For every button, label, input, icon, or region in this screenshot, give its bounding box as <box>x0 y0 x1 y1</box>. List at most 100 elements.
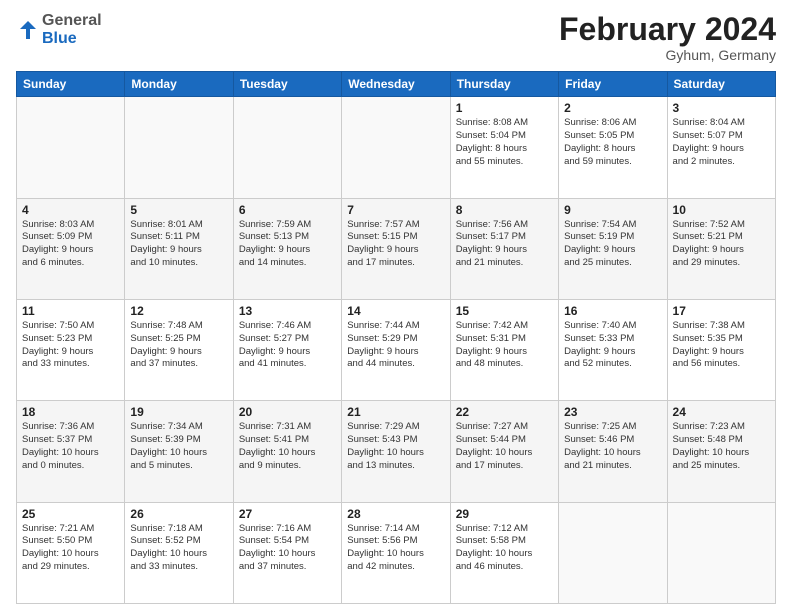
day-number: 4 <box>22 203 119 217</box>
day-details: Sunrise: 7:40 AM Sunset: 5:33 PM Dayligh… <box>564 320 661 371</box>
day-details: Sunrise: 7:46 AM Sunset: 5:27 PM Dayligh… <box>239 320 336 371</box>
day-number: 1 <box>456 101 553 115</box>
day-number: 11 <box>22 304 119 318</box>
day-number: 18 <box>22 405 119 419</box>
day-number: 24 <box>673 405 770 419</box>
day-number: 19 <box>130 405 227 419</box>
table-row: 2Sunrise: 8:06 AM Sunset: 5:05 PM Daylig… <box>559 97 667 198</box>
day-details: Sunrise: 8:01 AM Sunset: 5:11 PM Dayligh… <box>130 219 227 270</box>
day-number: 23 <box>564 405 661 419</box>
calendar-week-row: 25 Sunrise: 7:21 AM Sunset: 5:50 PM Dayli… <box>17 502 776 603</box>
table-row: 5 Sunrise: 8:01 AM Sunset: 5:11 PM Daylig… <box>125 198 233 299</box>
day-number: 28 <box>347 507 444 521</box>
table-row: 9 Sunrise: 7:54 AM Sunset: 5:19 PM Daylig… <box>559 198 667 299</box>
day-number: 13 <box>239 304 336 318</box>
table-row: 18 Sunrise: 7:36 AM Sunset: 5:37 PM Dayli… <box>17 401 125 502</box>
day-details: Sunrise: 7:18 AM Sunset: 5:52 PM Dayligh… <box>130 523 227 574</box>
day-number: 12 <box>130 304 227 318</box>
day-details: Sunrise: 7:56 AM Sunset: 5:17 PM Dayligh… <box>456 219 553 270</box>
day-details: Sunrise: 7:34 AM Sunset: 5:39 PM Dayligh… <box>130 421 227 472</box>
day-details: Sunrise: 7:21 AM Sunset: 5:50 PM Dayligh… <box>22 523 119 574</box>
table-row: 8Sunrise: 7:56 AM Sunset: 5:17 PM Daylig… <box>450 198 558 299</box>
table-row: 10 Sunrise: 7:52 AM Sunset: 5:21 PM Dayli… <box>667 198 775 299</box>
day-details: Sunrise: 7:52 AM Sunset: 5:21 PM Dayligh… <box>673 219 770 270</box>
table-row: 16 Sunrise: 7:40 AM Sunset: 5:33 PM Dayli… <box>559 299 667 400</box>
day-number: 21 <box>347 405 444 419</box>
logo-text: General Blue <box>42 12 102 47</box>
day-number: 15 <box>456 304 553 318</box>
table-row <box>125 97 233 198</box>
table-row: 12 Sunrise: 7:48 AM Sunset: 5:25 PM Dayli… <box>125 299 233 400</box>
header-monday: Monday <box>125 72 233 97</box>
day-details: Sunrise: 7:48 AM Sunset: 5:25 PM Dayligh… <box>130 320 227 371</box>
day-number: 22 <box>456 405 553 419</box>
table-row <box>559 502 667 603</box>
table-row: 23 Sunrise: 7:25 AM Sunset: 5:46 PM Dayli… <box>559 401 667 502</box>
logo: General Blue <box>16 12 102 47</box>
day-details: Sunrise: 7:29 AM Sunset: 5:43 PM Dayligh… <box>347 421 444 472</box>
calendar-week-row: 11 Sunrise: 7:50 AM Sunset: 5:23 PM Dayli… <box>17 299 776 400</box>
header-tuesday: Tuesday <box>233 72 341 97</box>
day-number: 26 <box>130 507 227 521</box>
table-row: 17 Sunrise: 7:38 AM Sunset: 5:35 PM Dayli… <box>667 299 775 400</box>
day-number: 14 <box>347 304 444 318</box>
day-number: 29 <box>456 507 553 521</box>
day-details: Sunrise: 7:23 AM Sunset: 5:48 PM Dayligh… <box>673 421 770 472</box>
logo-general: General <box>42 12 102 29</box>
day-details: Sunrise: 7:42 AM Sunset: 5:31 PM Dayligh… <box>456 320 553 371</box>
calendar-week-row: 4Sunrise: 8:03 AM Sunset: 5:09 PM Daylig… <box>17 198 776 299</box>
day-details: Sunrise: 7:57 AM Sunset: 5:15 PM Dayligh… <box>347 219 444 270</box>
table-row: 29Sunrise: 7:12 AM Sunset: 5:58 PM Dayli… <box>450 502 558 603</box>
day-details: Sunrise: 7:36 AM Sunset: 5:37 PM Dayligh… <box>22 421 119 472</box>
day-details: Sunrise: 7:44 AM Sunset: 5:29 PM Dayligh… <box>347 320 444 371</box>
title-block: February 2024 Gyhum, Germany <box>559 12 776 63</box>
day-details: Sunrise: 7:31 AM Sunset: 5:41 PM Dayligh… <box>239 421 336 472</box>
day-details: Sunrise: 7:27 AM Sunset: 5:44 PM Dayligh… <box>456 421 553 472</box>
day-details: Sunrise: 7:38 AM Sunset: 5:35 PM Dayligh… <box>673 320 770 371</box>
table-row: 13 Sunrise: 7:46 AM Sunset: 5:27 PM Dayli… <box>233 299 341 400</box>
table-row: 1 Sunrise: 8:08 AM Sunset: 5:04 PM Daylig… <box>450 97 558 198</box>
title-month: February 2024 <box>559 12 776 47</box>
day-number: 10 <box>673 203 770 217</box>
calendar-week-row: 1 Sunrise: 8:08 AM Sunset: 5:04 PM Daylig… <box>17 97 776 198</box>
day-details: Sunrise: 7:16 AM Sunset: 5:54 PM Dayligh… <box>239 523 336 574</box>
day-details: Sunrise: 8:06 AM Sunset: 5:05 PM Dayligh… <box>564 117 661 168</box>
logo-blue: Blue <box>42 30 77 47</box>
day-details: Sunrise: 7:54 AM Sunset: 5:19 PM Dayligh… <box>564 219 661 270</box>
table-row: 24 Sunrise: 7:23 AM Sunset: 5:48 PM Dayli… <box>667 401 775 502</box>
day-details: Sunrise: 7:14 AM Sunset: 5:56 PM Dayligh… <box>347 523 444 574</box>
day-details: Sunrise: 7:25 AM Sunset: 5:46 PM Dayligh… <box>564 421 661 472</box>
day-number: 16 <box>564 304 661 318</box>
table-row: 4Sunrise: 8:03 AM Sunset: 5:09 PM Daylig… <box>17 198 125 299</box>
table-row: 19 Sunrise: 7:34 AM Sunset: 5:39 PM Dayli… <box>125 401 233 502</box>
table-row: 27Sunrise: 7:16 AM Sunset: 5:54 PM Dayli… <box>233 502 341 603</box>
day-number: 6 <box>239 203 336 217</box>
table-row: 28 Sunrise: 7:14 AM Sunset: 5:56 PM Dayli… <box>342 502 450 603</box>
day-details: Sunrise: 7:59 AM Sunset: 5:13 PM Dayligh… <box>239 219 336 270</box>
table-row: 26 Sunrise: 7:18 AM Sunset: 5:52 PM Dayli… <box>125 502 233 603</box>
table-row <box>17 97 125 198</box>
header-friday: Friday <box>559 72 667 97</box>
table-row: 20Sunrise: 7:31 AM Sunset: 5:41 PM Dayli… <box>233 401 341 502</box>
table-row: 15 Sunrise: 7:42 AM Sunset: 5:31 PM Dayli… <box>450 299 558 400</box>
day-number: 17 <box>673 304 770 318</box>
table-row: 14 Sunrise: 7:44 AM Sunset: 5:29 PM Dayli… <box>342 299 450 400</box>
day-number: 3 <box>673 101 770 115</box>
page: General Blue February 2024 Gyhum, German… <box>0 0 792 612</box>
table-row: 3Sunrise: 8:04 AM Sunset: 5:07 PM Daylig… <box>667 97 775 198</box>
table-row: 22 Sunrise: 7:27 AM Sunset: 5:44 PM Dayli… <box>450 401 558 502</box>
day-number: 9 <box>564 203 661 217</box>
table-row: 25 Sunrise: 7:21 AM Sunset: 5:50 PM Dayli… <box>17 502 125 603</box>
day-number: 5 <box>130 203 227 217</box>
title-location: Gyhum, Germany <box>559 47 776 63</box>
header: General Blue February 2024 Gyhum, German… <box>16 12 776 63</box>
day-details: Sunrise: 7:50 AM Sunset: 5:23 PM Dayligh… <box>22 320 119 371</box>
table-row <box>233 97 341 198</box>
logo-icon <box>16 19 38 41</box>
table-row <box>342 97 450 198</box>
header-saturday: Saturday <box>667 72 775 97</box>
header-thursday: Thursday <box>450 72 558 97</box>
day-details: Sunrise: 8:08 AM Sunset: 5:04 PM Dayligh… <box>456 117 553 168</box>
day-number: 25 <box>22 507 119 521</box>
table-row: 6 Sunrise: 7:59 AM Sunset: 5:13 PM Daylig… <box>233 198 341 299</box>
